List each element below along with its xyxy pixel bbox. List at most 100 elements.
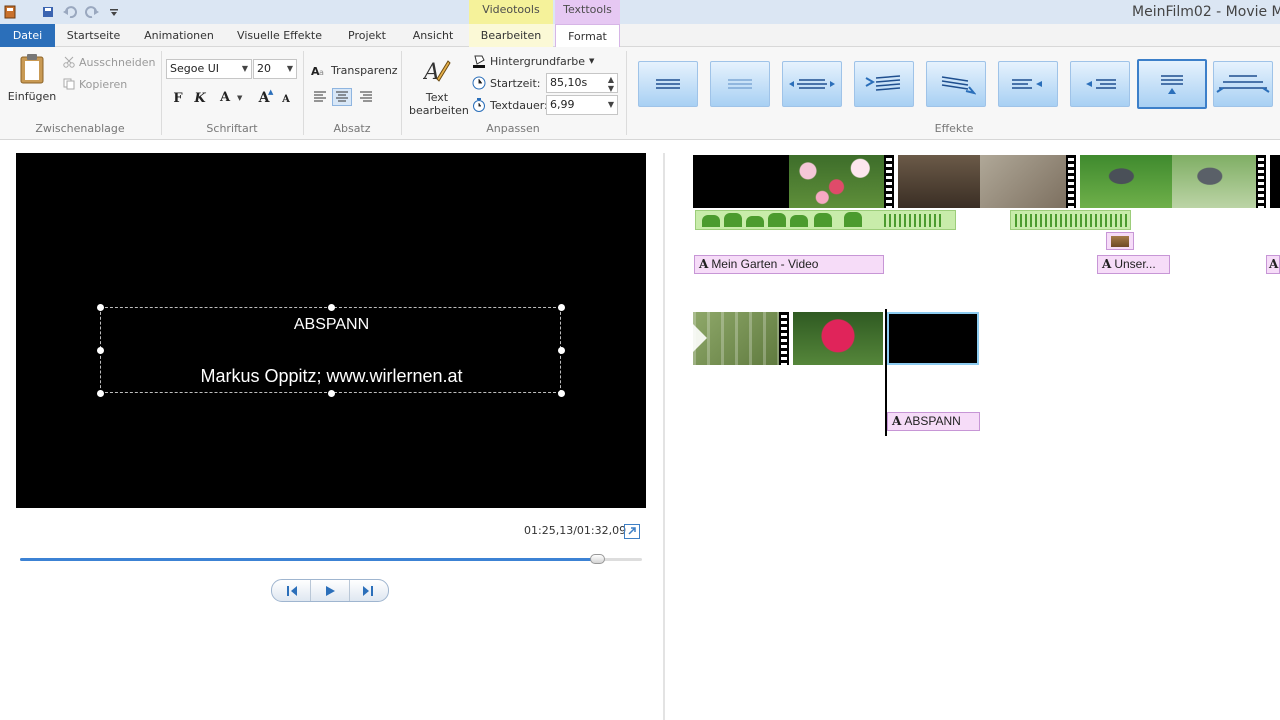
align-center-button[interactable] <box>332 88 352 106</box>
pane-divider[interactable] <box>663 153 665 720</box>
caption-label: Unser... <box>1114 257 1156 271</box>
effect-fade-icon <box>728 79 752 89</box>
resize-handle[interactable] <box>97 347 104 354</box>
caption-clip-partial[interactable]: A <box>1266 255 1280 274</box>
resize-handle[interactable] <box>558 390 565 397</box>
clip-thumbnail[interactable] <box>693 312 779 365</box>
effect-fade[interactable] <box>710 61 770 107</box>
bold-button[interactable]: F <box>168 88 188 108</box>
resize-handle[interactable] <box>328 304 335 311</box>
effect-fly-right[interactable] <box>1070 61 1130 107</box>
undo-icon[interactable] <box>62 4 78 20</box>
effect-fly-left[interactable] <box>998 61 1058 107</box>
clip-thumbnail[interactable] <box>1270 155 1280 208</box>
scissors-icon <box>63 56 75 68</box>
align-right-icon <box>360 91 372 102</box>
seek-thumb[interactable] <box>590 554 606 564</box>
tab-ansicht[interactable]: Ansicht <box>402 24 464 47</box>
clip-separator <box>1066 155 1076 208</box>
align-left-button[interactable] <box>311 88 329 106</box>
background-color-button[interactable]: Hintergrundfarbe ▼ <box>472 52 594 70</box>
effect-zoom[interactable] <box>782 61 842 107</box>
fullscreen-button[interactable] <box>624 524 640 539</box>
seek-slider[interactable] <box>20 554 642 564</box>
clip-thumbnail[interactable] <box>793 312 883 365</box>
play-button[interactable] <box>311 580 350 601</box>
tab-projekt[interactable]: Projekt <box>334 24 400 47</box>
resize-handle[interactable] <box>328 390 335 397</box>
caption-text-icon: A <box>699 257 709 271</box>
transparency-icon: Aa <box>311 65 324 76</box>
paste-icon <box>20 54 44 84</box>
audio-waveform <box>1015 214 1127 227</box>
clip-thumbnail-selected[interactable] <box>887 312 979 365</box>
italic-button[interactable]: K <box>190 88 210 108</box>
tab-bearbeiten[interactable]: Bearbeiten <box>469 24 553 47</box>
duration-label: Textdauer: <box>490 98 548 112</box>
resize-handle[interactable] <box>558 304 565 311</box>
tab-format[interactable]: Format <box>555 24 620 48</box>
copy-button[interactable]: Kopieren <box>63 75 127 93</box>
caption-clip-abspann[interactable]: A ABSPANN <box>887 412 980 431</box>
edit-text-icon: A <box>423 60 451 83</box>
clip-thumbnail[interactable] <box>789 155 884 208</box>
chevron-down-icon: ▼ <box>607 100 614 109</box>
resize-handle[interactable] <box>97 390 104 397</box>
audio-waveform <box>746 216 764 227</box>
caption-clip-garden[interactable]: A Mein Garten - Video <box>694 255 884 274</box>
font-family-select[interactable]: Segoe UI ▼ <box>166 59 252 79</box>
caption-clip-unser[interactable]: A Unser... <box>1097 255 1170 274</box>
overlay-clip[interactable] <box>1106 232 1134 250</box>
cut-button[interactable]: Ausschneiden <box>63 53 156 71</box>
next-frame-button[interactable] <box>350 580 388 601</box>
transparency-button[interactable]: Aa Transparenz <box>311 61 398 79</box>
clip-thumbnail[interactable] <box>980 155 1066 208</box>
redo-icon[interactable] <box>84 4 100 20</box>
align-right-button[interactable] <box>357 88 375 106</box>
audio-waveform <box>702 215 720 227</box>
clip-thumbnail[interactable] <box>1172 155 1256 208</box>
clip-thumbnail[interactable] <box>1080 155 1172 208</box>
clip-thumbnail[interactable] <box>693 155 789 208</box>
group-label-adjust: Anpassen <box>486 122 540 135</box>
paste-button[interactable]: Einfügen <box>6 51 58 107</box>
save-icon[interactable] <box>40 4 56 20</box>
effect-cinematic[interactable] <box>1213 61 1273 107</box>
duration-label-row: Textdauer: <box>472 96 548 114</box>
context-tab-texttools: Texttools <box>555 0 620 24</box>
shrink-font-button[interactable]: A <box>276 89 296 109</box>
tab-startseite[interactable]: Startseite <box>56 24 131 47</box>
effect-scroll-icon <box>1161 75 1183 94</box>
resize-handle[interactable] <box>97 304 104 311</box>
group-label-font: Schriftart <box>206 122 258 135</box>
audio-track[interactable] <box>695 210 956 230</box>
effect-slide[interactable] <box>926 61 986 107</box>
fullscreen-icon <box>628 527 636 535</box>
font-size-select[interactable]: 20 ▼ <box>253 59 297 79</box>
audio-track[interactable] <box>1010 210 1131 230</box>
text-duration-select[interactable]: 6,99 ▼ <box>546 95 618 115</box>
edit-text-button[interactable]: A Text bearbeiten <box>406 55 469 117</box>
align-left-icon <box>314 91 326 102</box>
effect-fly-lines[interactable] <box>854 61 914 107</box>
video-preview[interactable]: ABSPANN Markus Oppitz; www.wirlernen.at <box>16 153 646 508</box>
audio-waveform <box>884 214 944 227</box>
tab-animationen[interactable]: Animationen <box>133 24 225 47</box>
resize-handle[interactable] <box>558 347 565 354</box>
app-icon[interactable] <box>2 4 18 20</box>
overlay-thumbnail <box>1111 236 1129 247</box>
chevron-down-icon: ▼ <box>286 64 293 73</box>
tab-file[interactable]: Datei <box>0 24 55 47</box>
group-separator <box>626 51 627 135</box>
start-time-input[interactable]: 85,10s ▲ ▼ <box>546 73 618 93</box>
svg-text:a: a <box>319 68 324 76</box>
tab-visuelle-effekte[interactable]: Visuelle Effekte <box>227 24 332 47</box>
caption-label: Mein Garten - Video <box>711 257 819 271</box>
effect-none[interactable] <box>638 61 698 107</box>
font-color-button[interactable]: A <box>216 87 234 107</box>
clip-thumbnail[interactable] <box>898 155 980 208</box>
previous-frame-button[interactable] <box>272 580 311 601</box>
caption-textbox[interactable]: ABSPANN Markus Oppitz; www.wirlernen.at <box>97 304 565 397</box>
customize-icon[interactable] <box>106 4 122 20</box>
effect-scroll[interactable] <box>1137 59 1207 109</box>
